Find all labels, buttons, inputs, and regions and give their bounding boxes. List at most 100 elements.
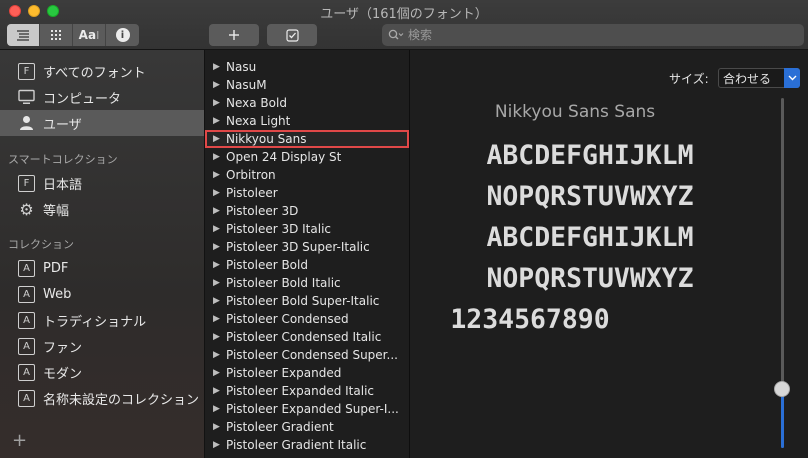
disclosure-triangle-icon[interactable]: ▶ — [213, 278, 221, 288]
font-row[interactable]: ▶ Pistoleer Bold — [205, 256, 409, 274]
window-title: ユーザ（161個のフォント） — [320, 7, 488, 22]
search-input[interactable] — [408, 28, 788, 42]
disclosure-triangle-icon[interactable]: ▶ — [213, 440, 221, 450]
font-row[interactable]: ▶ Pistoleer 3D Super-Italic — [205, 238, 409, 256]
font-name: Nexa Light — [226, 114, 291, 128]
disclosure-triangle-icon[interactable]: ▶ — [213, 404, 221, 414]
disclosure-triangle-icon[interactable]: ▶ — [213, 314, 221, 324]
font-row[interactable]: ▶ Pistoleer Condensed Super... — [205, 346, 409, 364]
font-name: Pistoleer Bold — [226, 258, 308, 272]
sidebar-item-japanese[interactable]: F 日本語 — [0, 170, 204, 196]
font-row[interactable]: ▶ Open 24 Display St — [205, 148, 409, 166]
sidebar-item-fun[interactable]: A ファン — [0, 333, 204, 359]
font-name: Open 24 Display St — [226, 150, 342, 164]
disclosure-triangle-icon[interactable]: ▶ — [213, 332, 221, 342]
font-row-selected[interactable]: ▶ Nikkyou Sans — [205, 130, 409, 148]
collection-icon: A — [18, 337, 35, 355]
sidebar-item-label: 名称未設定のコレクション — [43, 392, 200, 408]
collections-heading: コレクション — [8, 238, 74, 251]
font-name: Pistoleer 3D — [226, 204, 299, 218]
search-field[interactable] — [382, 24, 804, 46]
disclosure-triangle-icon[interactable]: ▶ — [213, 422, 221, 432]
plus-icon — [229, 30, 239, 40]
sidebar-item-web[interactable]: A Web — [0, 281, 204, 307]
disclosure-triangle-icon[interactable]: ▶ — [213, 170, 221, 180]
disclosure-triangle-icon[interactable]: ▶ — [213, 188, 221, 198]
collection-icon: A — [18, 311, 35, 329]
sidebar-item-label: トラディショナル — [43, 314, 147, 330]
sidebar-item-monospace[interactable]: ⚙ 等幅 — [0, 196, 204, 222]
disclosure-triangle-icon[interactable]: ▶ — [213, 386, 221, 396]
sample-view-button[interactable]: Aa I — [73, 24, 106, 46]
size-select[interactable]: 合わせる — [718, 68, 800, 88]
sidebar-item-label: ファン — [43, 340, 83, 356]
font-name: Pistoleer 3D Super-Italic — [226, 240, 370, 254]
size-select-value: 合わせる — [723, 71, 772, 86]
computer-icon — [18, 89, 35, 104]
font-name: Pistoleer 3D Italic — [226, 222, 332, 236]
disclosure-triangle-icon[interactable]: ▶ — [213, 206, 221, 216]
info-icon: i — [115, 28, 130, 42]
list-view-icon — [17, 30, 29, 41]
sidebar-item-modern[interactable]: A モダン — [0, 359, 204, 385]
sample-line: ABCDEFGHIJKLM — [486, 222, 694, 253]
collection-icon: A — [18, 285, 35, 303]
preview-font-name: Nikkyou Sans Sans — [494, 102, 656, 122]
font-name: Pistoleer Expanded — [226, 366, 342, 380]
font-name: Pistoleer Bold Italic — [226, 276, 341, 290]
user-icon — [20, 116, 33, 130]
font-name: Pistoleer Expanded Italic — [226, 384, 375, 398]
sidebar-item-label: PDF — [43, 260, 69, 276]
font-row[interactable]: ▶ Pistoleer Expanded — [205, 364, 409, 382]
sidebar-item-label: モダン — [43, 366, 83, 382]
toolbar: ユーザ（161個のフォント） Aa I i — [0, 0, 808, 50]
font-name: Pistoleer Gradient — [226, 420, 334, 434]
disclosure-triangle-icon[interactable]: ▶ — [213, 260, 221, 270]
font-row[interactable]: ▶ NasuM — [205, 76, 409, 94]
disclosure-triangle-icon[interactable]: ▶ — [213, 62, 221, 72]
sidebar-item-traditional[interactable]: A トラディショナル — [0, 307, 204, 333]
sidebar-item-all-fonts[interactable]: F すべてのフォント — [0, 58, 204, 84]
disclosure-triangle-icon[interactable]: ▶ — [213, 350, 221, 360]
font-name: Nasu — [226, 60, 257, 74]
sidebar-item-user[interactable]: ユーザ — [0, 110, 204, 136]
disclosure-triangle-icon[interactable]: ▶ — [213, 152, 221, 162]
font-row[interactable]: ▶ Pistoleer 3D — [205, 202, 409, 220]
disclosure-triangle-icon[interactable]: ▶ — [213, 368, 221, 378]
font-row[interactable]: ▶ Nexa Bold — [205, 94, 409, 112]
disclosure-triangle-icon[interactable]: ▶ — [213, 134, 221, 144]
sidebar-item-label: Web — [43, 286, 72, 302]
sidebar-item-computer[interactable]: コンピュータ — [0, 84, 204, 110]
font-row[interactable]: ▶ Nexa Light — [205, 112, 409, 130]
font-row[interactable]: ▶ Pistoleer Expanded Super-I... — [205, 400, 409, 418]
font-row[interactable]: ▶ Nasu — [205, 58, 409, 76]
sidebar-item-label: 日本語 — [43, 177, 83, 193]
sidebar-item-untitled-collection[interactable]: A 名称未設定のコレクション — [0, 385, 204, 411]
enable-font-button[interactable] — [267, 24, 317, 46]
sample-line: NOPQRSTUVWXYZ — [486, 181, 694, 212]
font-row[interactable]: ▶ Orbitron — [205, 166, 409, 184]
sidebar-item-pdf[interactable]: A PDF — [0, 255, 204, 281]
add-font-button[interactable] — [209, 24, 259, 46]
collection-icon: A — [18, 389, 35, 407]
font-row[interactable]: ▶ Pistoleer Expanded Italic — [205, 382, 409, 400]
smart-collections-heading: スマートコレクション — [8, 153, 118, 166]
sample-line: 1234567890 — [450, 304, 610, 335]
disclosure-triangle-icon[interactable]: ▶ — [213, 224, 221, 234]
font-row[interactable]: ▶ Pistoleer 3D Italic — [205, 220, 409, 238]
font-row[interactable]: ▶ Pistoleer — [205, 184, 409, 202]
size-slider-knob[interactable] — [774, 380, 790, 397]
font-row[interactable]: ▶ Pistoleer Gradient Italic — [205, 436, 409, 454]
info-button[interactable]: i — [106, 24, 139, 46]
disclosure-triangle-icon[interactable]: ▶ — [213, 98, 221, 108]
disclosure-triangle-icon[interactable]: ▶ — [213, 116, 221, 126]
font-row[interactable]: ▶ Pistoleer Bold Italic — [205, 274, 409, 292]
add-collection-button[interactable]: + — [12, 430, 27, 451]
list-view-button[interactable] — [7, 24, 40, 46]
font-name: Nexa Bold — [226, 96, 287, 110]
disclosure-triangle-icon[interactable]: ▶ — [213, 80, 221, 90]
grid-view-button[interactable] — [40, 24, 73, 46]
disclosure-triangle-icon[interactable]: ▶ — [213, 296, 221, 306]
font-row[interactable]: ▶ Pistoleer Gradient — [205, 418, 409, 436]
disclosure-triangle-icon[interactable]: ▶ — [213, 242, 221, 252]
